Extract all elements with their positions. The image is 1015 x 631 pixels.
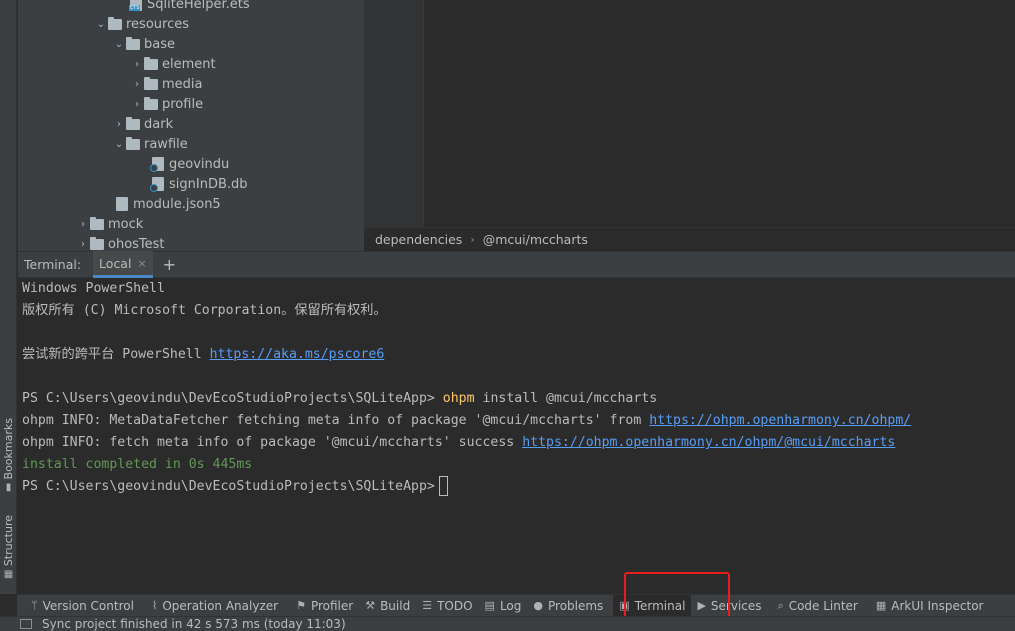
terminal-line: 版权所有 (C) Microsoft Corporation。保留所有权利。 (22, 303, 387, 318)
bookmarks-label: Bookmarks (2, 418, 15, 480)
terminal-line: PS C:\Users\geovindu\DevEcoStudioProject… (22, 391, 658, 406)
status-icon[interactable] (20, 619, 32, 629)
version-control-button[interactable]: ᛘ Version Control (25, 595, 140, 617)
ets-file-icon (129, 0, 142, 11)
structure-icon: ▦ (3, 569, 14, 581)
todo-button[interactable]: ☰ TODO (416, 595, 478, 617)
code-linter-button[interactable]: ⌕ Code Linter (772, 595, 864, 617)
problems-button[interactable]: ● Problems (527, 595, 609, 617)
list-icon: ☰ (422, 599, 433, 612)
tree-item-profile[interactable]: › profile (130, 94, 203, 114)
terminal-header: Terminal: Local × + (18, 251, 1015, 278)
inspector-icon: ▦ (875, 599, 887, 612)
mccharts-package-link[interactable]: https://ohpm.openharmony.cn/ohpm/@mcui/m… (522, 435, 895, 450)
folder-icon (126, 116, 140, 130)
profiler-icon: ⚑ (296, 599, 306, 612)
chevron-right-icon[interactable]: › (112, 119, 126, 130)
folder-icon (108, 16, 122, 30)
search-icon: ⌕ (777, 598, 784, 612)
tree-item-media[interactable]: › media (130, 74, 203, 94)
chevron-right-icon[interactable]: › (76, 239, 90, 250)
folder-icon (126, 36, 140, 50)
chart-icon: ⌇ (151, 599, 158, 612)
tree-item-module-json5[interactable]: module.json5 (116, 194, 221, 214)
tree-item-resources[interactable]: ⌄ resources (94, 14, 189, 34)
chevron-down-icon[interactable]: ⌄ (94, 19, 108, 30)
terminal-line: 尝试新的跨平台 PowerShell https://aka.ms/pscore… (22, 347, 385, 362)
chevron-right-icon[interactable]: › (130, 59, 144, 70)
breadcrumb: dependencies › @mcui/mccharts (364, 227, 1015, 251)
terminal-line: install completed in 0s 445ms (22, 457, 253, 472)
tab-local[interactable]: Local × (93, 251, 153, 278)
tree-item-dark[interactable]: › dark (112, 114, 173, 134)
folder-icon (144, 76, 158, 90)
chevron-down-icon[interactable]: ⌄ (112, 139, 126, 150)
add-tab-icon[interactable]: + (163, 255, 176, 274)
left-tool-strip: Bookmarks ▮ Structure ▦ (0, 0, 17, 594)
tree-item-rawfile[interactable]: ⌄ rawfile (112, 134, 188, 154)
tab-local-label: Local (99, 255, 132, 271)
warning-icon: ● (533, 599, 543, 612)
terminal-output[interactable]: Windows PowerShell 版权所有 (C) Microsoft Co… (18, 278, 1015, 594)
pscore6-link[interactable]: https://aka.ms/pscore6 (210, 347, 385, 362)
chevron-right-icon[interactable]: › (130, 79, 144, 90)
hammer-icon: ⚒ (365, 599, 376, 612)
breadcrumb-separator: › (470, 233, 475, 246)
arkui-inspector-button[interactable]: ▦ ArkUI Inspector (870, 595, 990, 617)
close-icon[interactable]: × (137, 257, 146, 270)
tree-item-signindb[interactable]: signInDB.db (150, 174, 248, 194)
tree-item-base[interactable]: ⌄ base (112, 34, 175, 54)
profiler-button[interactable]: ⚑ Profiler (290, 595, 359, 617)
bookmarks-tab[interactable]: Bookmarks ▮ (0, 418, 17, 493)
branch-icon: ᛘ (31, 599, 38, 612)
file-icon (150, 177, 164, 192)
bottom-toolbar: ᛘ Version Control ⌇ Operation Analyzer ⚑ Pr… (17, 594, 1015, 617)
project-tree: SqliteHelper.ets ⌄ resources ⌄ base › el… (18, 0, 364, 251)
breadcrumb-item-mccharts[interactable]: @mcui/mccharts (483, 232, 588, 247)
breadcrumb-item-dependencies[interactable]: dependencies (375, 232, 462, 247)
ohpm-registry-link[interactable]: https://ohpm.openharmony.cn/ohpm/ (649, 413, 911, 428)
terminal-line: ohpm INFO: fetch meta info of package '@… (22, 435, 896, 450)
terminal-prompt-line: PS C:\Users\geovindu\DevEcoStudioProject… (22, 476, 448, 498)
terminal-title: Terminal: (24, 257, 82, 272)
bookmark-icon: ▮ (5, 482, 12, 494)
log-icon: ▤ (484, 599, 495, 612)
folder-icon (144, 96, 158, 110)
terminal-line: Windows PowerShell (22, 281, 165, 296)
tree-item-geovindu[interactable]: geovindu (150, 154, 229, 174)
structure-label: Structure (2, 515, 15, 567)
editor-gutter (364, 0, 424, 227)
folder-icon (90, 236, 104, 250)
build-button[interactable]: ⚒ Build (359, 595, 416, 617)
tree-item-ohostest[interactable]: › ohosTest (76, 234, 165, 251)
tree-item-element[interactable]: › element (130, 54, 216, 74)
terminal-cursor[interactable] (438, 476, 448, 496)
tree-item-sqlitehelper[interactable]: SqliteHelper.ets (129, 0, 250, 14)
terminal-highlight-box (624, 572, 730, 622)
status-bar: Sync project finished in 42 s 573 ms (to… (0, 616, 1015, 631)
operation-analyzer-button[interactable]: ⌇ Operation Analyzer (146, 595, 284, 617)
status-message: Sync project finished in 42 s 573 ms (to… (42, 617, 346, 631)
json-file-icon (116, 197, 128, 211)
editor-area[interactable] (364, 0, 1015, 227)
terminal-line: ohpm INFO: MetaDataFetcher fetching meta… (22, 413, 912, 428)
folder-icon (144, 56, 158, 70)
chevron-down-icon[interactable]: ⌄ (112, 39, 126, 50)
folder-icon (90, 216, 104, 230)
chevron-right-icon[interactable]: › (76, 219, 90, 230)
chevron-right-icon[interactable]: › (130, 99, 144, 110)
log-button[interactable]: ▤ Log (479, 595, 528, 617)
tree-item-mock[interactable]: › mock (76, 214, 143, 234)
file-icon (150, 157, 164, 172)
structure-tab[interactable]: Structure ▦ (0, 515, 17, 580)
folder-icon (126, 136, 140, 150)
